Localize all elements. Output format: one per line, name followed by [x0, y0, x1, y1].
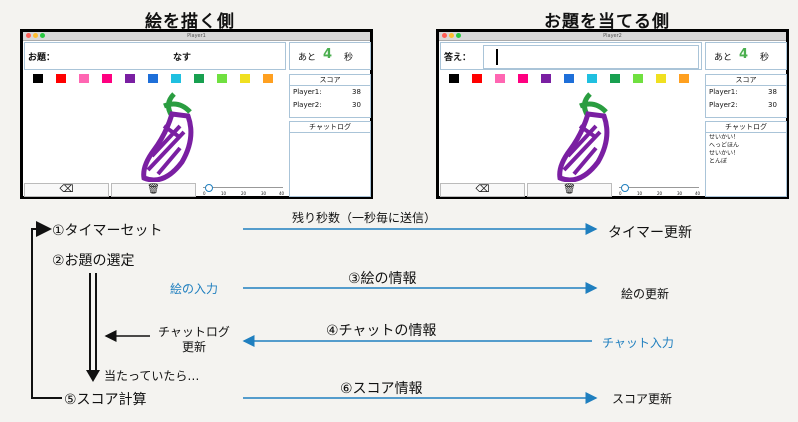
score-update-label: スコア更新 [612, 392, 673, 406]
arrow-4-label: ④チャットの情報 [326, 323, 437, 339]
step-2-topic-select: ②お題の選定 [52, 253, 135, 269]
timer-update-label: タイマー更新 [608, 225, 692, 241]
step-5-score-calc: ⑤スコア計算 [64, 392, 147, 408]
arrow-3-label: ③絵の情報 [348, 271, 417, 287]
arrow-6-label: ⑥スコア情報 [340, 381, 423, 397]
if-correct-note: 当たっていたら… [104, 369, 200, 383]
arrow-1-label: 残り秒数（一秒毎に送信） [292, 211, 437, 225]
step-1-timer-set: ①タイマーセット [52, 223, 163, 239]
step-down-arrowhead [86, 370, 100, 382]
drawing-update-label: 絵の更新 [621, 287, 670, 301]
chatlog-update-label: チャットログ 更新 [158, 325, 230, 354]
chat-input-label: チャット入力 [602, 336, 674, 350]
drawing-input-label: 絵の入力 [170, 282, 219, 296]
